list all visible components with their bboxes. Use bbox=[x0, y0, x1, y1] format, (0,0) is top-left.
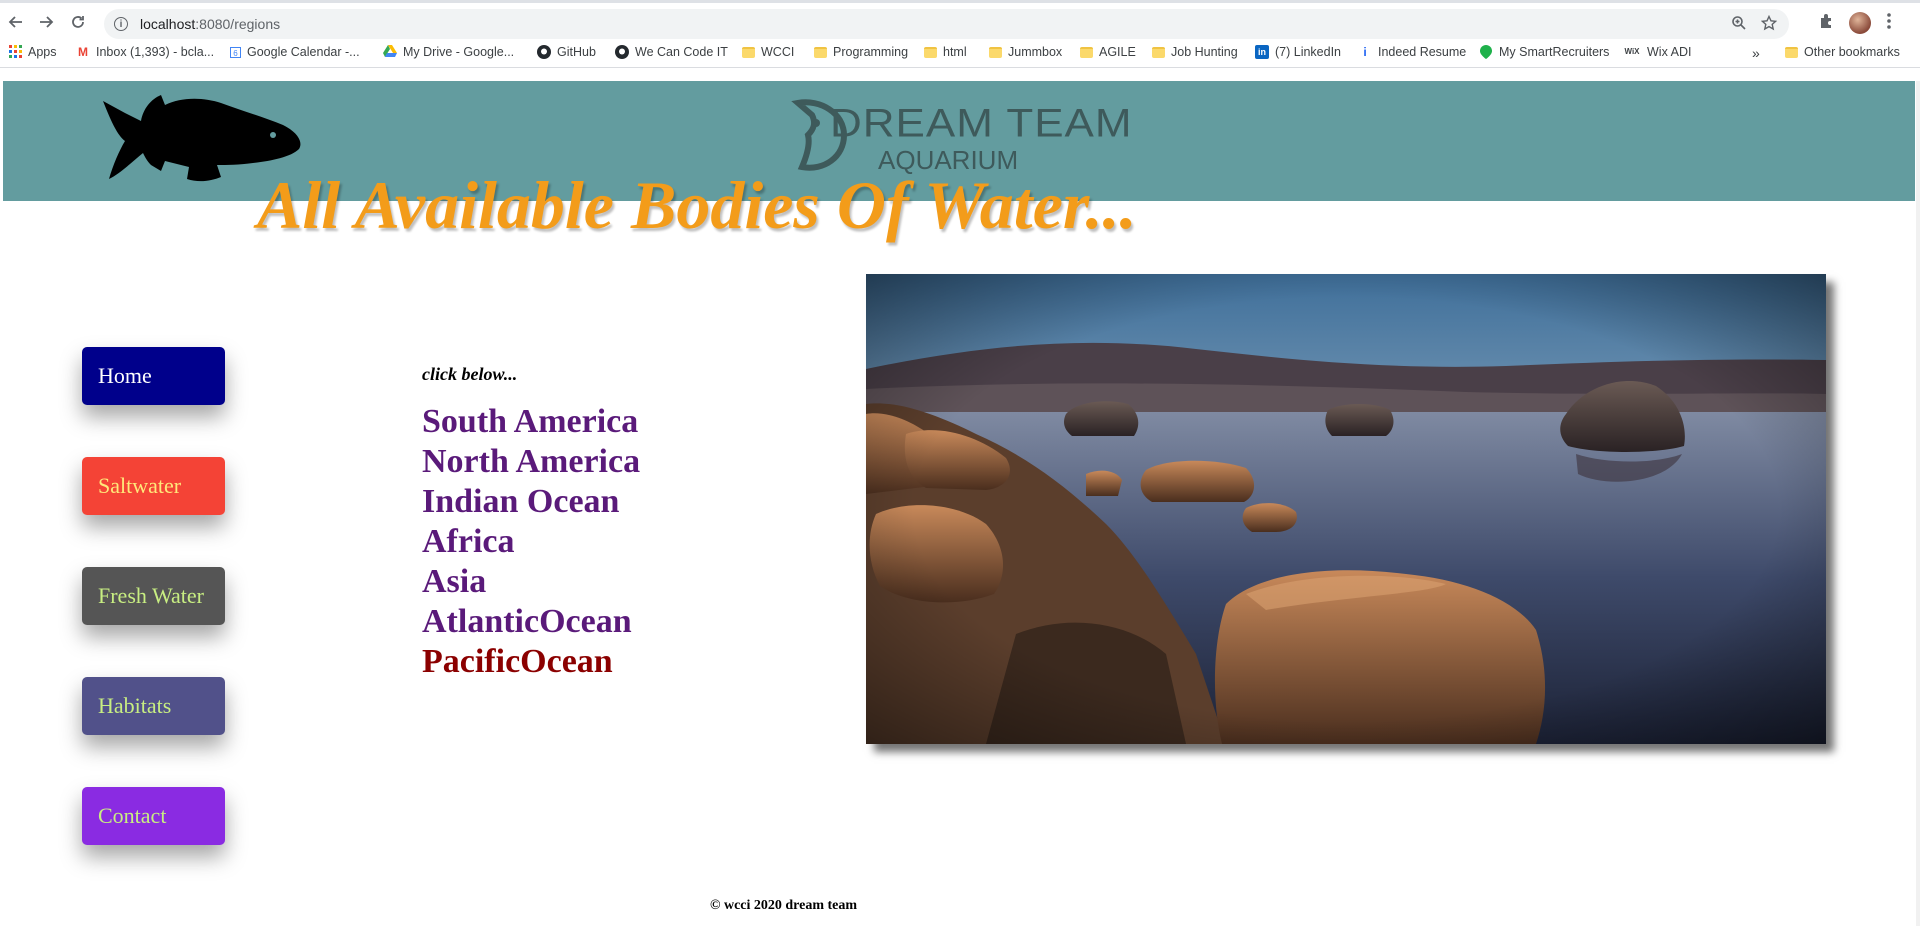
puzzle-icon bbox=[1821, 14, 1831, 28]
folder-icon bbox=[814, 46, 827, 58]
bookmark-star-icon[interactable] bbox=[1761, 15, 1777, 31]
address-bar[interactable]: i localhost:8080/regions bbox=[104, 9, 1789, 39]
bookmark-folder-jobhunting[interactable]: Job Hunting bbox=[1152, 45, 1238, 59]
bookmark-github[interactable]: GitHub bbox=[537, 45, 596, 59]
bookmark-folder-jummbox[interactable]: Jummbox bbox=[989, 45, 1062, 59]
zoom-icon[interactable] bbox=[1731, 15, 1747, 31]
nav-home-button[interactable]: Home bbox=[82, 347, 225, 405]
page-scrollbar[interactable] bbox=[1916, 81, 1920, 926]
bookmark-label: Indeed Resume bbox=[1378, 45, 1467, 59]
overflow-chevron-icon: » bbox=[1752, 45, 1760, 61]
bookmark-folder-html[interactable]: html bbox=[924, 45, 967, 59]
site-info-icon[interactable]: i bbox=[114, 17, 128, 31]
extensions-button[interactable] bbox=[1818, 12, 1836, 30]
forward-arrow-icon bbox=[40, 16, 54, 28]
bookmark-folder-agile[interactable]: AGILE bbox=[1080, 45, 1136, 59]
drive-icon bbox=[383, 45, 397, 59]
menu-button[interactable] bbox=[1886, 12, 1892, 30]
reload-button[interactable] bbox=[66, 10, 90, 34]
url-text: localhost:8080/regions bbox=[140, 16, 281, 32]
bookmark-label: My SmartRecruiters bbox=[1499, 45, 1610, 59]
bookmark-apps[interactable]: Apps bbox=[8, 45, 57, 59]
bookmark-label: Inbox (1,393) - bcla... bbox=[96, 45, 215, 59]
bookmark-label: Job Hunting bbox=[1171, 45, 1238, 59]
profile-button[interactable] bbox=[1849, 12, 1871, 34]
bookmark-label: Programming bbox=[833, 45, 909, 59]
bookmark-calendar[interactable]: 6 Google Calendar -... bbox=[230, 45, 360, 59]
avatar bbox=[1849, 12, 1871, 34]
bookmark-label: My Drive - Google... bbox=[403, 45, 515, 59]
region-link-north-america[interactable]: North America bbox=[422, 442, 640, 482]
region-link-indian-ocean[interactable]: Indian Ocean bbox=[422, 482, 640, 522]
gmail-icon: M bbox=[78, 45, 88, 59]
forward-button[interactable] bbox=[34, 10, 58, 34]
github-icon bbox=[615, 45, 629, 59]
bookmarks-overflow-button[interactable]: » bbox=[1752, 45, 1760, 61]
folder-icon bbox=[1080, 46, 1093, 58]
calendar-icon: 6 bbox=[230, 46, 241, 58]
logo-text-dream-team: DREAM TEAM bbox=[830, 101, 1133, 146]
bookmark-wecancodeit[interactable]: We Can Code IT bbox=[615, 45, 728, 59]
smartrecruiters-icon bbox=[1479, 45, 1493, 59]
bookmarks-bar: Apps M Inbox (1,393) - bcla... 6 Google … bbox=[0, 39, 1920, 68]
bookmark-label: Google Calendar -... bbox=[247, 45, 360, 59]
bookmark-label: Other bookmarks bbox=[1804, 45, 1900, 59]
bookmark-label: AGILE bbox=[1099, 45, 1136, 59]
bookmark-label: Wix ADI bbox=[1647, 45, 1692, 59]
region-list: South America North America Indian Ocean… bbox=[422, 402, 640, 682]
bookmark-folder-programming[interactable]: Programming bbox=[814, 45, 908, 59]
bookmark-wix[interactable]: WiX Wix ADI bbox=[1623, 45, 1691, 59]
wix-icon: WiX bbox=[1624, 47, 1640, 56]
folder-icon bbox=[1152, 46, 1165, 58]
lake-rocks-photo bbox=[866, 274, 1826, 744]
region-link-asia[interactable]: Asia bbox=[422, 562, 640, 602]
bookmark-label: html bbox=[943, 45, 967, 59]
region-link-atlantic-ocean[interactable]: AtlanticOcean bbox=[422, 602, 640, 642]
back-button[interactable] bbox=[4, 10, 28, 34]
bookmark-label: Apps bbox=[28, 45, 57, 59]
folder-icon bbox=[1785, 46, 1798, 58]
folder-icon bbox=[989, 46, 1002, 58]
bookmark-indeed[interactable]: i Indeed Resume bbox=[1358, 45, 1466, 59]
apps-grid-icon bbox=[8, 45, 22, 59]
bookmark-label: GitHub bbox=[557, 45, 596, 59]
region-link-africa[interactable]: Africa bbox=[422, 522, 640, 562]
page-title: All Available Bodies Of Water... bbox=[257, 167, 1137, 243]
region-link-south-america[interactable]: South America bbox=[422, 402, 640, 442]
bookmark-label: We Can Code IT bbox=[635, 45, 728, 59]
bookmark-folder-wcci[interactable]: WCCI bbox=[742, 45, 794, 59]
reload-icon bbox=[72, 16, 84, 28]
other-bookmarks[interactable]: Other bookmarks bbox=[1785, 45, 1900, 59]
bookmark-label: (7) LinkedIn bbox=[1275, 45, 1342, 59]
bookmark-label: WCCI bbox=[761, 45, 795, 59]
browser-toolbar: i localhost:8080/regions bbox=[0, 3, 1920, 39]
nav-habitats-button[interactable]: Habitats bbox=[82, 677, 225, 735]
nav-freshwater-button[interactable]: Fresh Water bbox=[82, 567, 225, 625]
bookmark-gmail[interactable]: M Inbox (1,393) - bcla... bbox=[76, 45, 214, 59]
bookmark-drive[interactable]: My Drive - Google... bbox=[383, 45, 514, 59]
back-arrow-icon bbox=[8, 16, 22, 28]
nav-contact-button[interactable]: Contact bbox=[82, 787, 225, 845]
instruction-text: click below... bbox=[422, 364, 518, 384]
bookmark-smartrecruiters[interactable]: My SmartRecruiters bbox=[1479, 45, 1609, 59]
footer-copyright: © wcci 2020 dream team bbox=[710, 898, 858, 913]
region-link-pacific-ocean[interactable]: PacificOcean bbox=[422, 642, 640, 682]
bookmark-label: Jummbox bbox=[1008, 45, 1063, 59]
bookmark-linkedin[interactable]: in (7) LinkedIn bbox=[1255, 45, 1341, 59]
github-icon bbox=[537, 45, 551, 59]
kebab-menu-icon bbox=[1887, 13, 1891, 29]
folder-icon bbox=[924, 46, 937, 58]
linkedin-icon: in bbox=[1255, 45, 1269, 59]
folder-icon bbox=[742, 46, 755, 58]
indeed-icon: i bbox=[1363, 45, 1367, 59]
nav-saltwater-button[interactable]: Saltwater bbox=[82, 457, 225, 515]
